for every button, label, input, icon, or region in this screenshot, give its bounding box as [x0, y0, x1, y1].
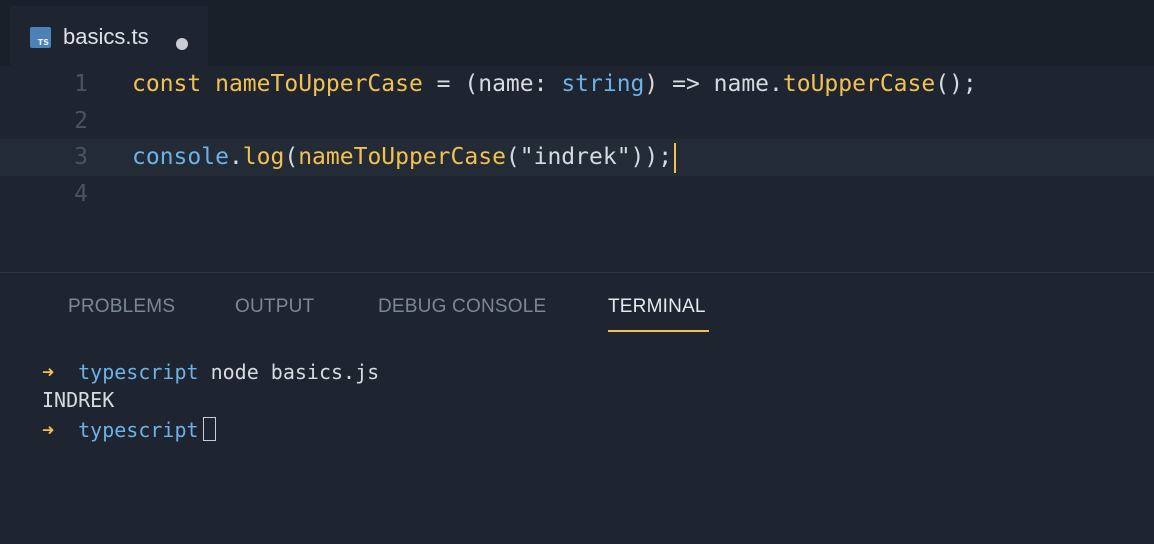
token-method: toUpperCase [782, 71, 936, 97]
editor-window: TS basics.ts 1 const nameToUpperCase = (… [0, 0, 1154, 544]
line-number: 2 [74, 108, 88, 134]
tab-bar: TS basics.ts [0, 0, 1154, 67]
token-arrow: ) => name. [644, 71, 783, 97]
line-number: 4 [74, 181, 88, 207]
token-object: console [132, 144, 229, 170]
tab-output[interactable]: OUTPUT [235, 295, 314, 319]
line-number: 1 [74, 71, 88, 97]
terminal-line-3[interactable]: ➜ typescript [42, 416, 216, 444]
typescript-file-icon: TS [30, 27, 51, 48]
token-method: log [242, 144, 285, 170]
terminal-output: INDREK [42, 388, 115, 412]
terminal-cursor [202, 417, 216, 441]
terminal-command: node basics.js [198, 360, 380, 384]
active-tab-indicator [608, 330, 709, 332]
terminal-line-1: ➜ typescript node basics.js [42, 358, 379, 386]
ts-icon-label: TS [37, 38, 49, 47]
token-keyword: const [132, 71, 202, 97]
prompt-arrow-icon: ➜ [42, 360, 55, 384]
token-dot: . [228, 144, 243, 170]
prompt-arrow-icon: ➜ [42, 418, 55, 442]
code-line-4[interactable]: 4 [0, 176, 1154, 213]
tab-terminal[interactable]: TERMINAL [608, 295, 706, 319]
unsaved-dot-icon[interactable] [176, 38, 188, 50]
token-params: = (name: [422, 71, 562, 97]
token-args: ("indrek")); [505, 144, 673, 170]
line-number: 3 [74, 144, 88, 170]
code-editor[interactable]: 1 const nameToUpperCase = (name: string)… [0, 66, 1154, 272]
text-cursor [674, 142, 677, 173]
token-punct: (); [935, 71, 977, 97]
prompt-directory: typescript [78, 360, 199, 384]
tab-filename: basics.ts [63, 24, 149, 49]
code-text: console.log(nameToUpperCase("indrek")); [132, 139, 677, 176]
token-paren: ( [284, 144, 299, 170]
tab-basics-ts[interactable]: TS basics.ts [10, 6, 208, 66]
token-identifier: nameToUpperCase [215, 71, 423, 97]
code-text: const nameToUpperCase = (name: string) =… [132, 66, 977, 103]
code-line-1[interactable]: 1 const nameToUpperCase = (name: string)… [0, 66, 1154, 103]
prompt-directory: typescript [78, 418, 199, 442]
code-line-3[interactable]: 3 console.log(nameToUpperCase("indrek"))… [0, 139, 1154, 176]
tab-debug-console[interactable]: DEBUG CONSOLE [378, 295, 546, 319]
token-identifier: nameToUpperCase [298, 144, 506, 170]
code-line-2[interactable]: 2 [0, 103, 1154, 140]
tab-problems[interactable]: PROBLEMS [68, 295, 175, 319]
bottom-panel: PROBLEMS OUTPUT DEBUG CONSOLE TERMINAL ➜… [0, 272, 1154, 544]
token-type: string [561, 71, 645, 97]
